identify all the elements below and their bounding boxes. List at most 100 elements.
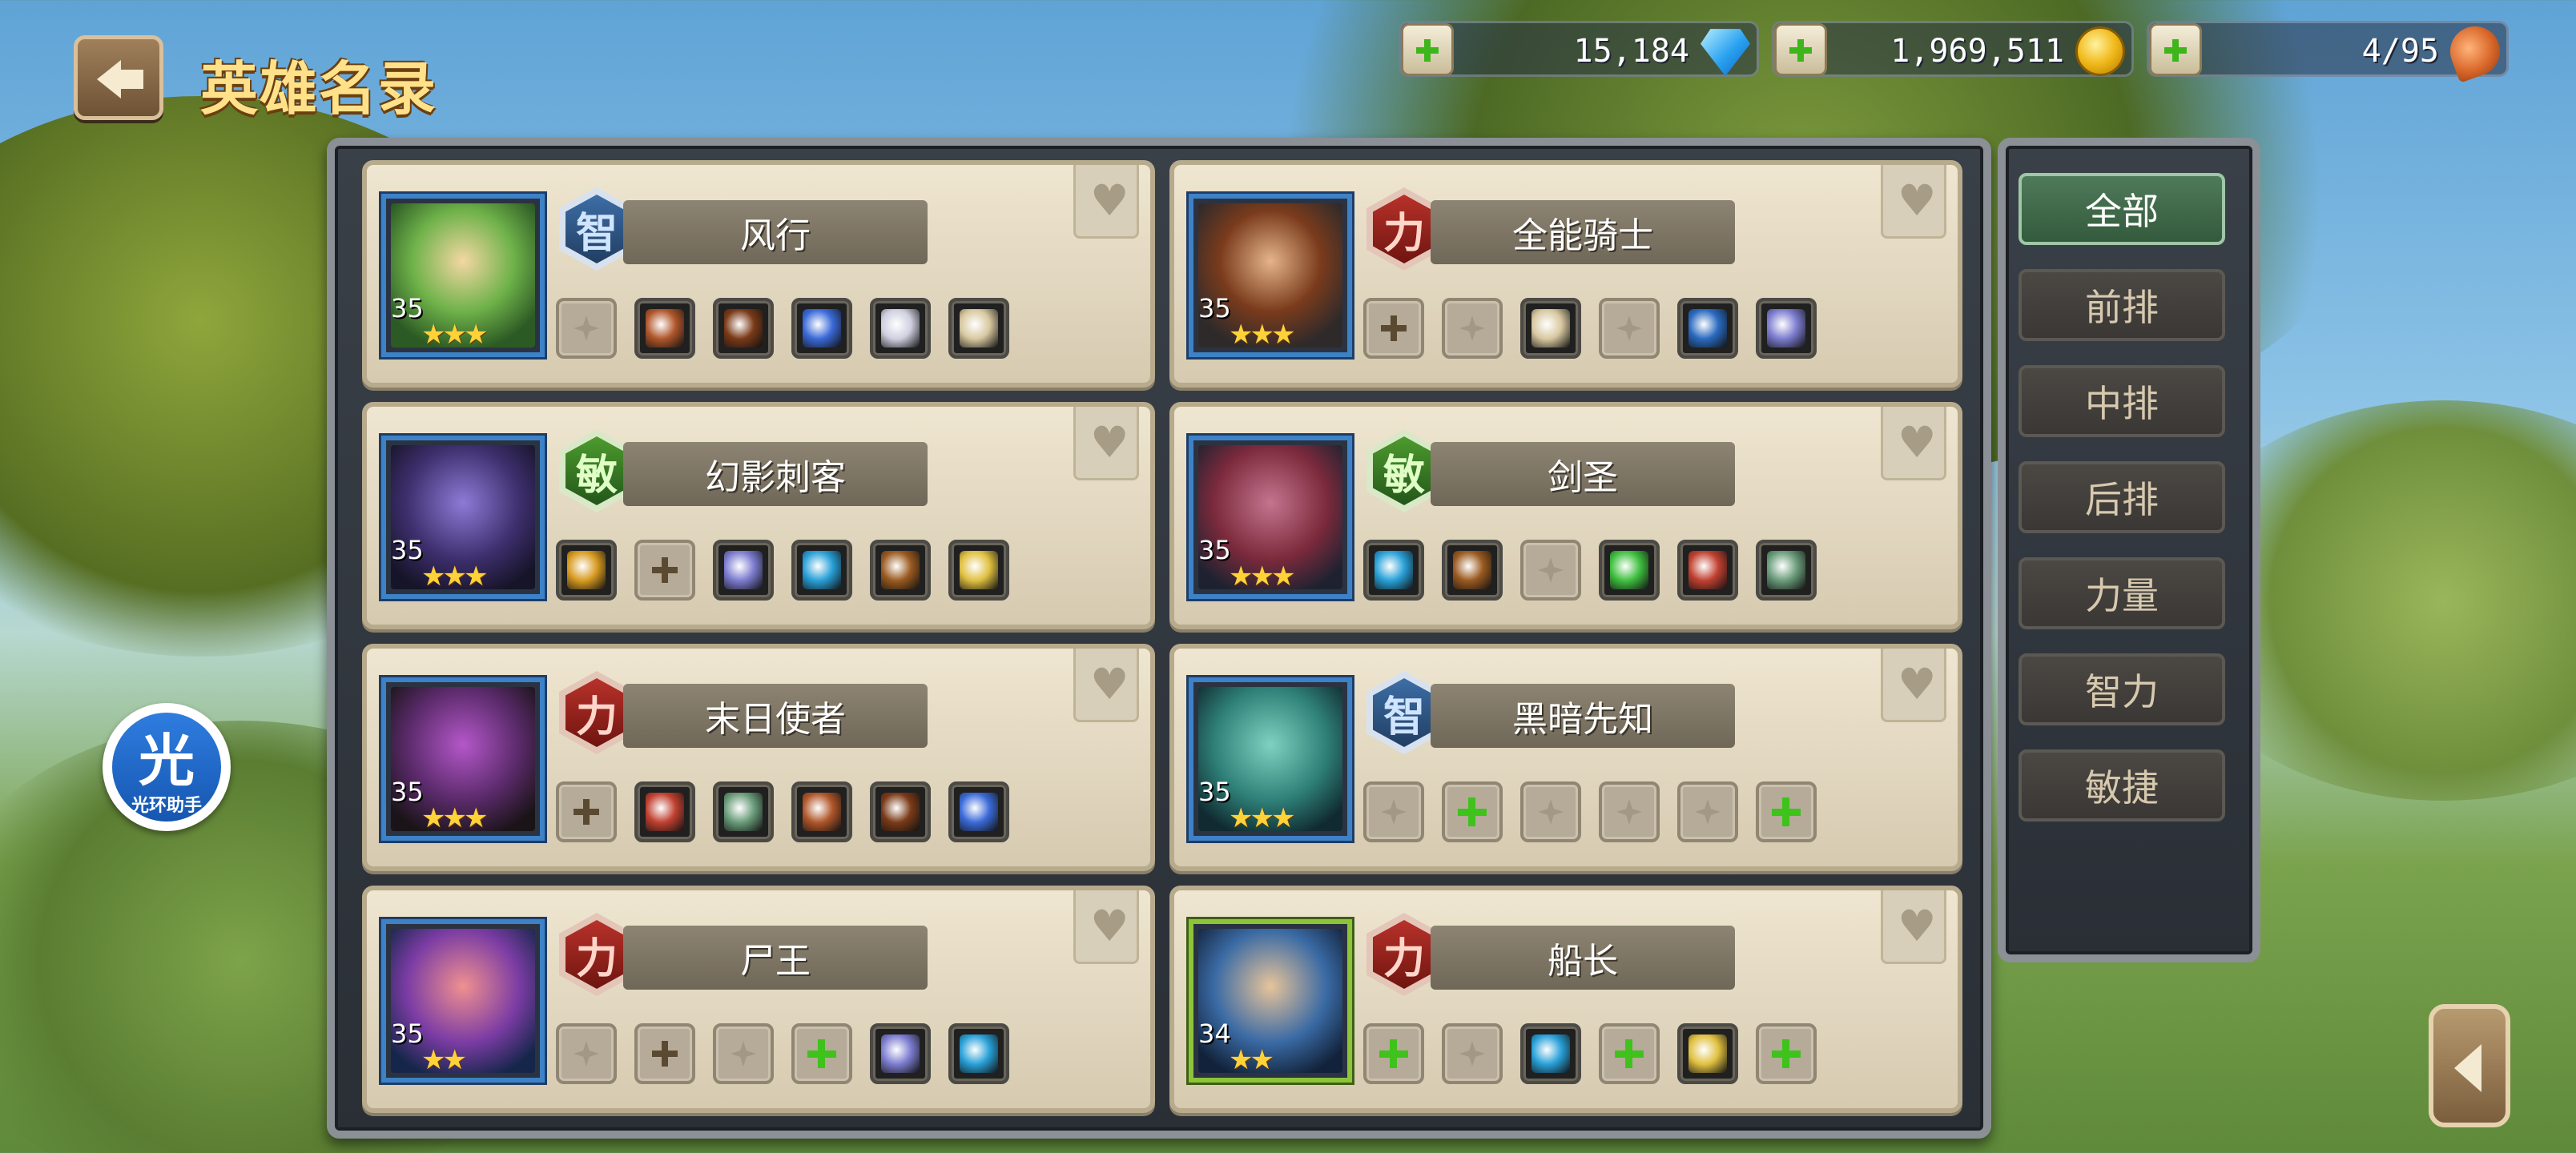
equip-available-slot[interactable] xyxy=(791,1023,852,1084)
hero-name: 船长 xyxy=(1431,926,1735,990)
filter-button[interactable]: 中排 xyxy=(2019,365,2225,437)
equipment-item[interactable] xyxy=(1677,298,1738,359)
equipment-item[interactable] xyxy=(1520,298,1581,359)
empty-equip-slot[interactable] xyxy=(1520,540,1581,601)
add-stamina-button[interactable] xyxy=(2149,23,2202,76)
hero-level: 35 xyxy=(391,777,424,807)
equipment-item[interactable] xyxy=(713,298,774,359)
favorite-button[interactable]: ♥ xyxy=(1073,165,1139,239)
equipment-icon xyxy=(803,309,841,348)
equipment-item[interactable] xyxy=(1520,1023,1581,1084)
equip-available-slot[interactable] xyxy=(1599,1023,1660,1084)
stamina-count: 4/95 xyxy=(2361,33,2439,70)
hero-card[interactable]: 35 ★★★ 智 风行 ♥ xyxy=(362,160,1155,388)
filter-button[interactable]: 力量 xyxy=(2019,557,2225,629)
hero-card[interactable]: 35 ★★★ 敏 幻影刺客 ♥ xyxy=(362,402,1155,629)
equipment-item[interactable] xyxy=(1677,540,1738,601)
attribute-label: 敏 xyxy=(566,436,628,505)
equipment-item[interactable] xyxy=(634,298,695,359)
equipment-item[interactable] xyxy=(948,540,1009,601)
hero-card[interactable]: 35 ★★★ 智 黑暗先知 ♥ xyxy=(1169,644,1962,871)
hero-card[interactable]: 35 ★★ 力 尸王 ♥ xyxy=(362,886,1155,1113)
equipment-item[interactable] xyxy=(948,781,1009,842)
favorite-button[interactable]: ♥ xyxy=(1073,649,1139,722)
empty-equip-slot[interactable] xyxy=(1363,781,1424,842)
equip-available-slot[interactable] xyxy=(1756,1023,1817,1084)
equipment-item[interactable] xyxy=(556,540,617,601)
filter-button[interactable]: 敏捷 xyxy=(2019,749,2225,822)
equipment-icon xyxy=(960,1034,998,1073)
equipment-item[interactable] xyxy=(870,1023,931,1084)
empty-equip-slot[interactable] xyxy=(1442,1023,1503,1084)
back-button[interactable] xyxy=(74,35,163,120)
favorite-button[interactable]: ♥ xyxy=(1073,407,1139,480)
equipment-item[interactable] xyxy=(1442,540,1503,601)
filter-button[interactable]: 前排 xyxy=(2019,269,2225,341)
empty-equip-slot[interactable] xyxy=(1599,781,1660,842)
hero-level: 35 xyxy=(391,1018,424,1049)
equipment-item[interactable] xyxy=(634,781,695,842)
favorite-button[interactable]: ♥ xyxy=(1881,890,1946,964)
equipment-item[interactable] xyxy=(1363,540,1424,601)
equip-available-slot[interactable] xyxy=(1363,1023,1424,1084)
hero-card[interactable]: 35 ★★★ 力 末日使者 ♥ xyxy=(362,644,1155,871)
equipment-item[interactable] xyxy=(713,540,774,601)
equipment-row xyxy=(556,298,1009,359)
empty-equip-slot[interactable] xyxy=(713,1023,774,1084)
equipment-item[interactable] xyxy=(948,298,1009,359)
equipment-item[interactable] xyxy=(1756,298,1817,359)
diamond-icon xyxy=(1701,29,1750,76)
filter-button[interactable]: 后排 xyxy=(2019,461,2225,533)
hero-stars: ★★★ xyxy=(421,319,488,351)
equipment-item[interactable] xyxy=(1756,540,1817,601)
halo-assistant-button[interactable]: 光 光环助手 xyxy=(103,703,231,831)
equipment-item[interactable] xyxy=(870,540,931,601)
equipment-item[interactable] xyxy=(1677,1023,1738,1084)
favorite-button[interactable]: ♥ xyxy=(1881,407,1946,480)
equipment-icon xyxy=(881,309,920,348)
hero-card[interactable]: 34 ★★ 力 船长 ♥ xyxy=(1169,886,1962,1113)
equipment-item[interactable] xyxy=(870,298,931,359)
empty-equip-slot[interactable] xyxy=(1520,781,1581,842)
page-title: 英雄名录 xyxy=(200,55,438,123)
equipment-item[interactable] xyxy=(791,540,852,601)
add-equip-slot[interactable] xyxy=(556,781,617,842)
add-gold-button[interactable] xyxy=(1774,23,1827,76)
filter-button[interactable]: 智力 xyxy=(2019,653,2225,725)
empty-equip-slot[interactable] xyxy=(1677,781,1738,842)
equipment-item[interactable] xyxy=(713,781,774,842)
favorite-button[interactable]: ♥ xyxy=(1881,649,1946,722)
equipment-item[interactable] xyxy=(1599,540,1660,601)
equipment-row xyxy=(1363,298,1817,359)
chevron-left-icon xyxy=(2454,1044,2481,1092)
hero-portrait: 35 ★★ xyxy=(381,919,545,1083)
equipment-item[interactable] xyxy=(791,781,852,842)
equipment-item[interactable] xyxy=(791,298,852,359)
hero-level: 35 xyxy=(1198,293,1231,323)
empty-equip-slot[interactable] xyxy=(1442,298,1503,359)
empty-equip-slot[interactable] xyxy=(1599,298,1660,359)
equip-available-slot[interactable] xyxy=(1442,781,1503,842)
previous-page-button[interactable] xyxy=(2429,1004,2510,1127)
hero-card[interactable]: 35 ★★★ 敏 剑圣 ♥ xyxy=(1169,402,1962,629)
equipment-item[interactable] xyxy=(948,1023,1009,1084)
equipment-item[interactable] xyxy=(870,781,931,842)
filter-button[interactable]: 全部 xyxy=(2019,173,2225,245)
empty-equip-slot[interactable] xyxy=(556,1023,617,1084)
add-equip-slot[interactable] xyxy=(634,540,695,601)
empty-equip-slot[interactable] xyxy=(556,298,617,359)
heart-icon: ♥ xyxy=(1090,901,1129,951)
equipment-icon xyxy=(1375,551,1413,589)
equipment-icon xyxy=(1610,551,1648,589)
attribute-label: 力 xyxy=(566,920,628,989)
equipment-icon xyxy=(1688,1034,1727,1073)
add-equip-slot[interactable] xyxy=(634,1023,695,1084)
add-equip-slot[interactable] xyxy=(1363,298,1424,359)
equipment-icon xyxy=(1453,551,1491,589)
favorite-button[interactable]: ♥ xyxy=(1073,890,1139,964)
favorite-button[interactable]: ♥ xyxy=(1881,165,1946,239)
add-diamonds-button[interactable] xyxy=(1401,23,1454,76)
equip-available-slot[interactable] xyxy=(1756,781,1817,842)
hero-card[interactable]: 35 ★★★ 力 全能骑士 ♥ xyxy=(1169,160,1962,388)
equipment-icon xyxy=(646,793,684,831)
